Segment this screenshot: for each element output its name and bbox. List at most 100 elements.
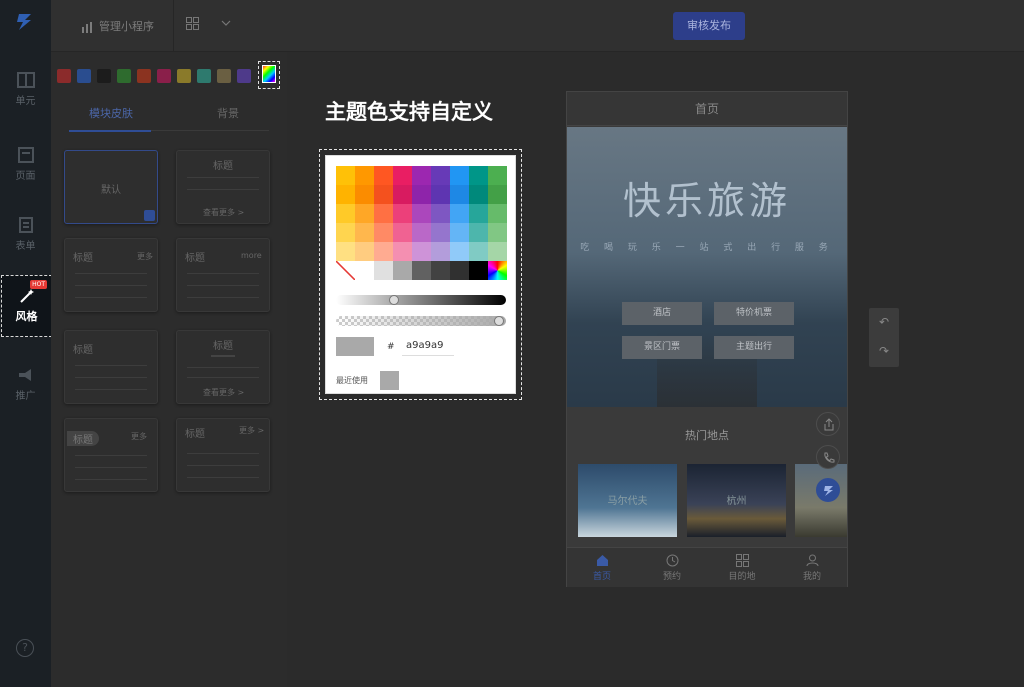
- nav-destination[interactable]: 目的地: [707, 548, 777, 588]
- call-button[interactable]: [816, 445, 840, 469]
- theme-swatch[interactable]: [217, 69, 231, 83]
- palette-color[interactable]: [374, 223, 393, 242]
- palette-color[interactable]: [488, 204, 507, 223]
- palette-color[interactable]: [412, 204, 431, 223]
- color-palette[interactable]: [336, 166, 508, 280]
- palette-color[interactable]: [374, 261, 393, 280]
- palette-color[interactable]: [431, 242, 450, 261]
- theme-swatch[interactable]: [97, 69, 111, 83]
- share-button[interactable]: [816, 412, 840, 436]
- no-color-swatch[interactable]: [336, 261, 355, 280]
- palette-color[interactable]: [488, 223, 507, 242]
- palette-color[interactable]: [412, 261, 431, 280]
- tab-background[interactable]: 背景: [217, 105, 239, 121]
- palette-color[interactable]: [469, 261, 488, 280]
- palette-color[interactable]: [469, 185, 488, 204]
- template-card[interactable]: 标题 更多 >: [176, 418, 270, 492]
- brightness-slider[interactable]: [336, 295, 506, 305]
- palette-color[interactable]: [488, 166, 507, 185]
- palette-color[interactable]: [431, 204, 450, 223]
- rail-item-promote[interactable]: 推广: [0, 355, 51, 415]
- palette-color[interactable]: [450, 242, 469, 261]
- palette-color[interactable]: [450, 223, 469, 242]
- theme-swatch[interactable]: [157, 69, 171, 83]
- palette-color[interactable]: [450, 166, 469, 185]
- rail-item-style[interactable]: HOT 风格: [1, 275, 52, 337]
- app-switcher[interactable]: [186, 17, 231, 33]
- pill-tickets[interactable]: 景区门票: [622, 336, 702, 359]
- template-card[interactable]: 标题 更多: [64, 418, 158, 492]
- palette-color[interactable]: [336, 242, 355, 261]
- palette-color[interactable]: [355, 223, 374, 242]
- palette-color[interactable]: [374, 166, 393, 185]
- pill-theme-trip[interactable]: 主题出行: [714, 336, 794, 359]
- palette-color[interactable]: [336, 204, 355, 223]
- palette-color[interactable]: [355, 204, 374, 223]
- theme-swatch[interactable]: [197, 69, 211, 83]
- palette-color[interactable]: [374, 185, 393, 204]
- palette-color[interactable]: [393, 204, 412, 223]
- nav-home[interactable]: 首页: [567, 548, 637, 588]
- palette-color[interactable]: [355, 166, 374, 185]
- pill-hotel[interactable]: 酒店: [622, 302, 702, 325]
- palette-color[interactable]: [336, 185, 355, 204]
- help-icon[interactable]: ?: [16, 639, 34, 657]
- palette-color[interactable]: [412, 166, 431, 185]
- palette-color[interactable]: [450, 185, 469, 204]
- template-card[interactable]: 标题: [64, 330, 158, 404]
- palette-color[interactable]: [336, 166, 355, 185]
- review-publish-button[interactable]: 审核发布: [673, 12, 745, 40]
- palette-color[interactable]: [393, 185, 412, 204]
- palette-color[interactable]: [336, 223, 355, 242]
- manage-app-link[interactable]: 管理小程序: [81, 18, 154, 34]
- theme-swatch[interactable]: [77, 69, 91, 83]
- palette-color[interactable]: [412, 242, 431, 261]
- spectrum-swatch[interactable]: [488, 261, 507, 280]
- palette-color[interactable]: [412, 223, 431, 242]
- nav-mine[interactable]: 我的: [777, 548, 847, 588]
- palette-color[interactable]: [450, 204, 469, 223]
- palette-color[interactable]: [431, 166, 450, 185]
- custom-color-button[interactable]: [258, 61, 280, 89]
- palette-color[interactable]: [431, 185, 450, 204]
- palette-color[interactable]: [393, 223, 412, 242]
- brand-button[interactable]: [816, 478, 840, 502]
- palette-color[interactable]: [488, 242, 507, 261]
- template-card[interactable]: 标题 查看更多 >: [176, 150, 270, 224]
- palette-color[interactable]: [431, 261, 450, 280]
- opacity-knob[interactable]: [494, 316, 504, 326]
- palette-color[interactable]: [469, 223, 488, 242]
- palette-color[interactable]: [488, 185, 507, 204]
- undo-icon[interactable]: ↶: [869, 308, 899, 337]
- rail-item-forms[interactable]: 表单: [0, 205, 51, 265]
- theme-swatch[interactable]: [117, 69, 131, 83]
- nav-booking[interactable]: 预约: [637, 548, 707, 588]
- palette-color[interactable]: [450, 261, 469, 280]
- template-card[interactable]: 标题 更多: [64, 238, 158, 312]
- rail-item-pages[interactable]: 页面: [0, 135, 51, 195]
- recent-color-swatch[interactable]: [380, 371, 399, 390]
- palette-color[interactable]: [355, 185, 374, 204]
- tab-module-skin[interactable]: 模块皮肤: [89, 105, 133, 121]
- template-card[interactable]: 标题 查看更多 >: [176, 330, 270, 404]
- palette-color[interactable]: [374, 242, 393, 261]
- palette-color[interactable]: [469, 242, 488, 261]
- palette-color[interactable]: [431, 223, 450, 242]
- hex-input[interactable]: a9a9a9: [402, 337, 454, 356]
- theme-swatch[interactable]: [177, 69, 191, 83]
- theme-swatch[interactable]: [237, 69, 251, 83]
- palette-color[interactable]: [374, 204, 393, 223]
- template-card[interactable]: 默认: [64, 150, 158, 224]
- palette-color[interactable]: [469, 204, 488, 223]
- destination-card[interactable]: 杭州: [687, 464, 786, 537]
- palette-color[interactable]: [393, 242, 412, 261]
- brightness-knob[interactable]: [389, 295, 399, 305]
- theme-swatch[interactable]: [137, 69, 151, 83]
- pill-flights[interactable]: 特价机票: [714, 302, 794, 325]
- palette-color[interactable]: [469, 166, 488, 185]
- palette-color[interactable]: [393, 261, 412, 280]
- destination-card[interactable]: 马尔代夫: [578, 464, 677, 537]
- palette-color[interactable]: [355, 261, 374, 280]
- template-card[interactable]: 标题 more: [176, 238, 270, 312]
- palette-color[interactable]: [393, 166, 412, 185]
